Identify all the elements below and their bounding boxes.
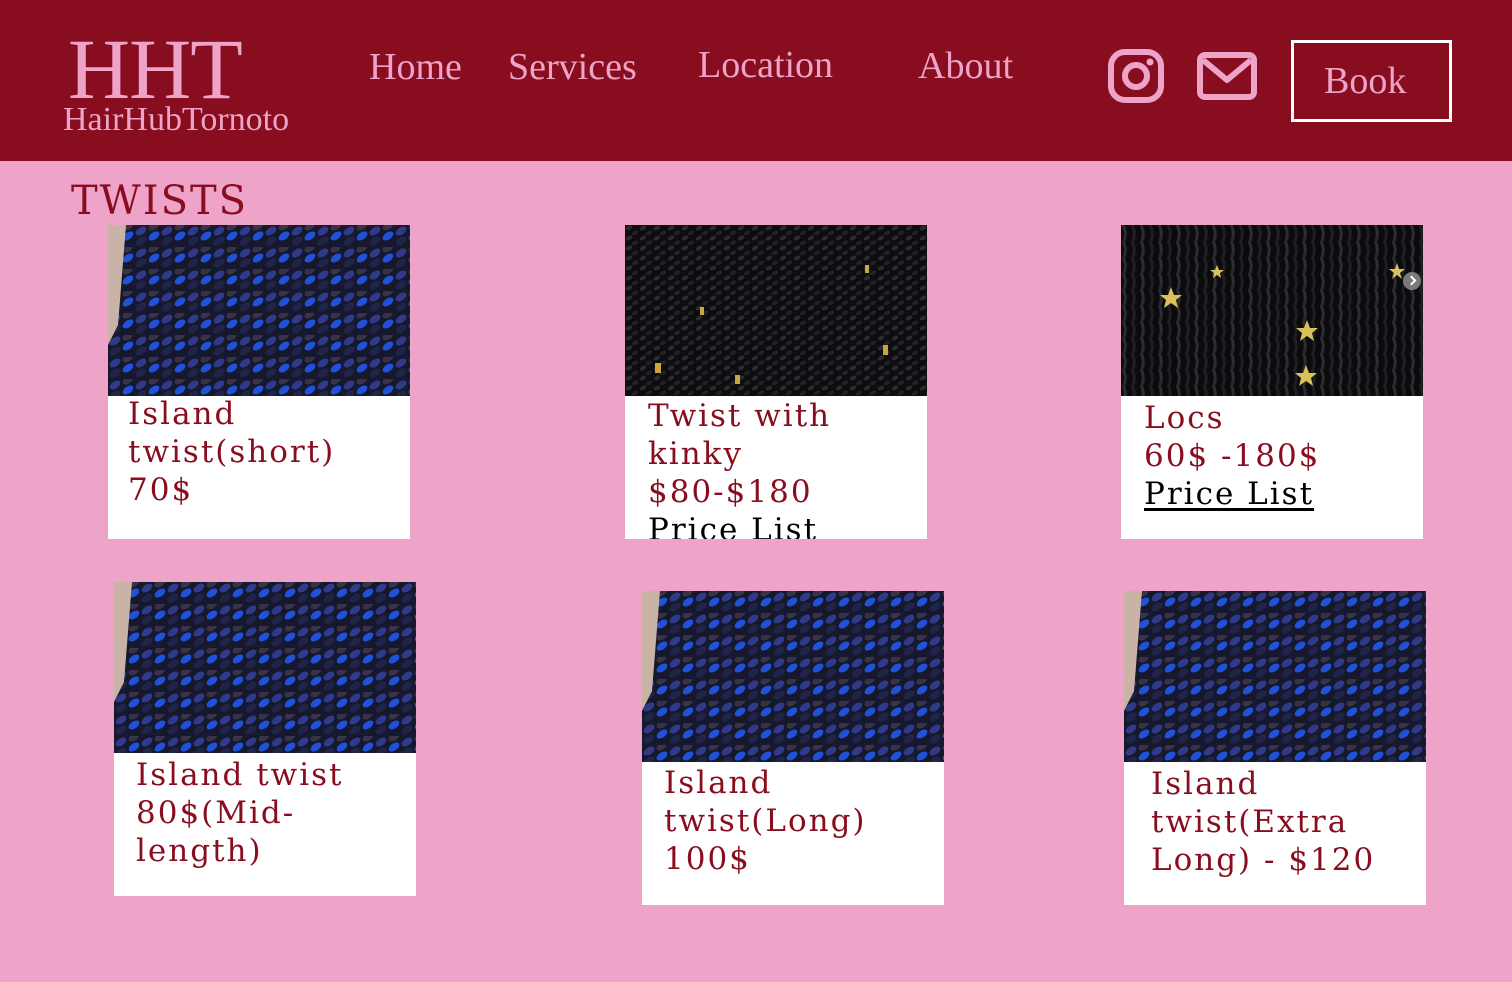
service-card[interactable]: Island twist(Long) 100$	[642, 591, 944, 905]
service-card[interactable]: Island twist 80$(Mid- length)	[114, 582, 416, 896]
price-list-link[interactable]: Price List	[1144, 475, 1314, 513]
service-photo	[642, 591, 944, 762]
service-photo	[1124, 591, 1426, 762]
section-title: TWISTS	[71, 178, 249, 224]
mail-icon[interactable]	[1197, 52, 1257, 104]
instagram-icon[interactable]	[1108, 49, 1164, 107]
service-price: 70$	[128, 472, 194, 508]
service-photo	[108, 225, 410, 396]
service-name: Island twist 80$(Mid- length)	[136, 757, 344, 869]
service-card[interactable]: Island twist(short) 70$	[108, 225, 410, 539]
service-price: 60$ -180$	[1144, 438, 1321, 474]
service-name: Island twist(Long)	[664, 765, 867, 839]
logo-brand-name[interactable]: HairHubTornoto	[63, 100, 289, 140]
service-card[interactable]: Twist with kinky $80-$180 Price List	[625, 225, 927, 539]
book-button[interactable]: Book	[1291, 40, 1452, 122]
nav-services[interactable]: Services	[508, 45, 637, 89]
service-name: Twist with kinky	[648, 398, 832, 472]
site-header: HHT HairHubTornoto Home Services Locatio…	[0, 0, 1512, 161]
service-card[interactable]: Island twist(Extra Long) - $120	[1124, 591, 1426, 905]
service-name: Locs	[1144, 400, 1225, 436]
service-price: 100$	[664, 841, 751, 877]
service-card[interactable]: Locs 60$ -180$ Price List	[1121, 225, 1423, 539]
service-name: Island twist(short)	[128, 396, 336, 470]
nav-location[interactable]: Location	[698, 43, 833, 87]
service-price: $80-$180	[648, 474, 813, 510]
service-photo	[1121, 225, 1423, 396]
nav-about[interactable]: About	[918, 44, 1013, 88]
service-photo	[625, 225, 927, 396]
nav-home[interactable]: Home	[369, 45, 462, 89]
chevron-right-icon[interactable]	[1403, 272, 1421, 290]
service-photo	[114, 582, 416, 753]
service-name: Island twist(Extra Long) - $120	[1151, 766, 1376, 878]
price-list-link[interactable]: Price List	[648, 511, 818, 539]
